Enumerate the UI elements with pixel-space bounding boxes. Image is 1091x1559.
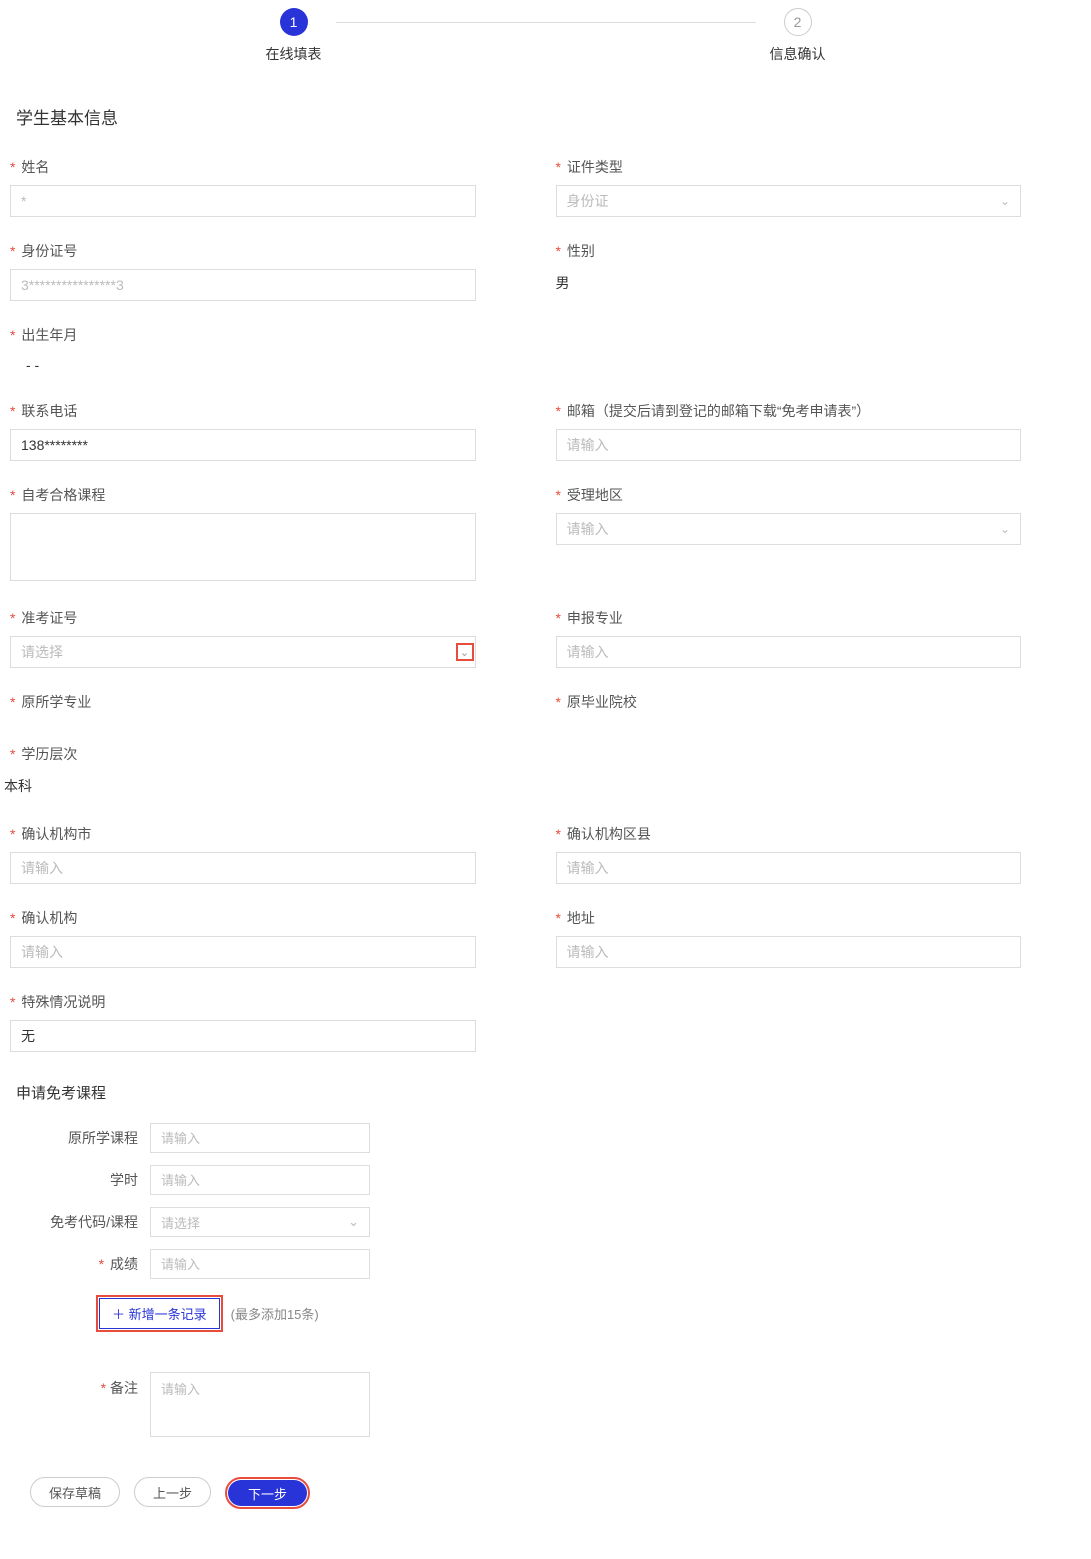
- value-birth: - -: [10, 353, 476, 377]
- input-idnum[interactable]: [10, 269, 476, 301]
- step-2: 2 信息确认: [770, 8, 826, 64]
- input-hours[interactable]: [150, 1165, 370, 1195]
- label-major: 申报专业: [556, 608, 1022, 628]
- select-idtype[interactable]: 身份证 ⌄: [556, 185, 1022, 217]
- label-examid: 准考证号: [10, 608, 476, 628]
- label-selfcourse: 自考合格课程: [10, 485, 476, 505]
- select-exemptcode-placeholder: 请选择: [161, 1213, 200, 1232]
- value-edulevel: 本科: [4, 772, 476, 800]
- input-email[interactable]: [556, 429, 1022, 461]
- label-gender: 性别: [556, 241, 1022, 261]
- input-confirmorg[interactable]: [10, 936, 476, 968]
- chevron-down-icon: ⌄: [1000, 522, 1010, 536]
- textarea-selfcourse[interactable]: [10, 513, 476, 581]
- step-1: 1 在线填表: [266, 8, 322, 64]
- label-special: 特殊情况说明: [10, 992, 476, 1012]
- value-gender: 男: [556, 269, 1022, 297]
- highlight-add-record: ＋ 新增一条记录: [96, 1295, 223, 1332]
- section-title: 学生基本信息: [16, 104, 1081, 129]
- textarea-remark[interactable]: [150, 1372, 370, 1437]
- chevron-down-icon: ⌄: [348, 1214, 359, 1230]
- label-email: 邮箱（提交后请到登记的邮箱下载“免考申请表”）: [556, 401, 1022, 421]
- label-phone: 联系电话: [10, 401, 476, 421]
- step-2-circle: 2: [784, 8, 812, 36]
- label-edulevel: 学历层次: [10, 744, 476, 764]
- label-idtype: 证件类型: [556, 157, 1022, 177]
- input-address[interactable]: [556, 936, 1022, 968]
- label-score: 成绩: [16, 1254, 150, 1274]
- step-1-label: 在线填表: [266, 44, 322, 64]
- button-row: 保存草稿 上一步 下一步: [10, 1477, 1081, 1539]
- label-origmajor: 原所学专业: [10, 692, 476, 712]
- input-phone[interactable]: [10, 429, 476, 461]
- course-section: 申请免考课程 原所学课程 学时 免考代码/课程 请选择 ⌄ 成绩 ＋ 新增一条记…: [10, 1082, 1081, 1437]
- input-major[interactable]: [556, 636, 1022, 668]
- label-confirmdistrict: 确认机构区县: [556, 824, 1022, 844]
- label-confirmorg: 确认机构: [10, 908, 476, 928]
- select-examid-placeholder: 请选择: [21, 642, 63, 662]
- course-section-title: 申请免考课程: [16, 1082, 1081, 1103]
- highlight-next-button: 下一步: [225, 1477, 310, 1509]
- select-region-placeholder: 请输入: [567, 519, 609, 539]
- label-remark: 备注: [16, 1372, 150, 1437]
- save-draft-button[interactable]: 保存草稿: [30, 1477, 120, 1507]
- form-container: 学生基本信息 姓名 证件类型 身份证 ⌄ 身份证号 性别 男 出生年月 -: [0, 84, 1091, 1559]
- highlight-examid-chevron: ⌄: [456, 643, 474, 661]
- chevron-down-icon: ⌄: [1000, 194, 1010, 208]
- label-origschool: 原毕业院校: [556, 692, 1022, 712]
- select-exemptcode[interactable]: 请选择 ⌄: [150, 1207, 370, 1237]
- step-2-label: 信息确认: [770, 44, 826, 64]
- steps-indicator: 1 在线填表 2 信息确认: [0, 0, 1091, 84]
- label-exemptcode: 免考代码/课程: [16, 1212, 150, 1232]
- input-name[interactable]: [10, 185, 476, 217]
- label-region: 受理地区: [556, 485, 1022, 505]
- select-idtype-value: 身份证: [567, 191, 609, 211]
- select-examid[interactable]: 请选择: [10, 636, 476, 668]
- add-record-label: ＋ 新增一条记录: [112, 1304, 207, 1323]
- input-confirmdistrict[interactable]: [556, 852, 1022, 884]
- step-1-circle: 1: [280, 8, 308, 36]
- input-origcourse[interactable]: [150, 1123, 370, 1153]
- add-record-button[interactable]: ＋ 新增一条记录: [99, 1298, 220, 1329]
- input-confirmcity[interactable]: [10, 852, 476, 884]
- label-name: 姓名: [10, 157, 476, 177]
- add-record-hint: (最多添加15条): [231, 1304, 319, 1323]
- label-address: 地址: [556, 908, 1022, 928]
- label-origcourse: 原所学课程: [16, 1128, 150, 1148]
- next-step-button[interactable]: 下一步: [228, 1480, 307, 1506]
- label-confirmcity: 确认机构市: [10, 824, 476, 844]
- input-score[interactable]: [150, 1249, 370, 1279]
- label-hours: 学时: [16, 1170, 150, 1190]
- label-birth: 出生年月: [10, 325, 476, 345]
- input-special[interactable]: [10, 1020, 476, 1052]
- prev-step-button[interactable]: 上一步: [134, 1477, 211, 1507]
- step-connector: [336, 22, 756, 23]
- label-idnum: 身份证号: [10, 241, 476, 261]
- select-region[interactable]: 请输入 ⌄: [556, 513, 1022, 545]
